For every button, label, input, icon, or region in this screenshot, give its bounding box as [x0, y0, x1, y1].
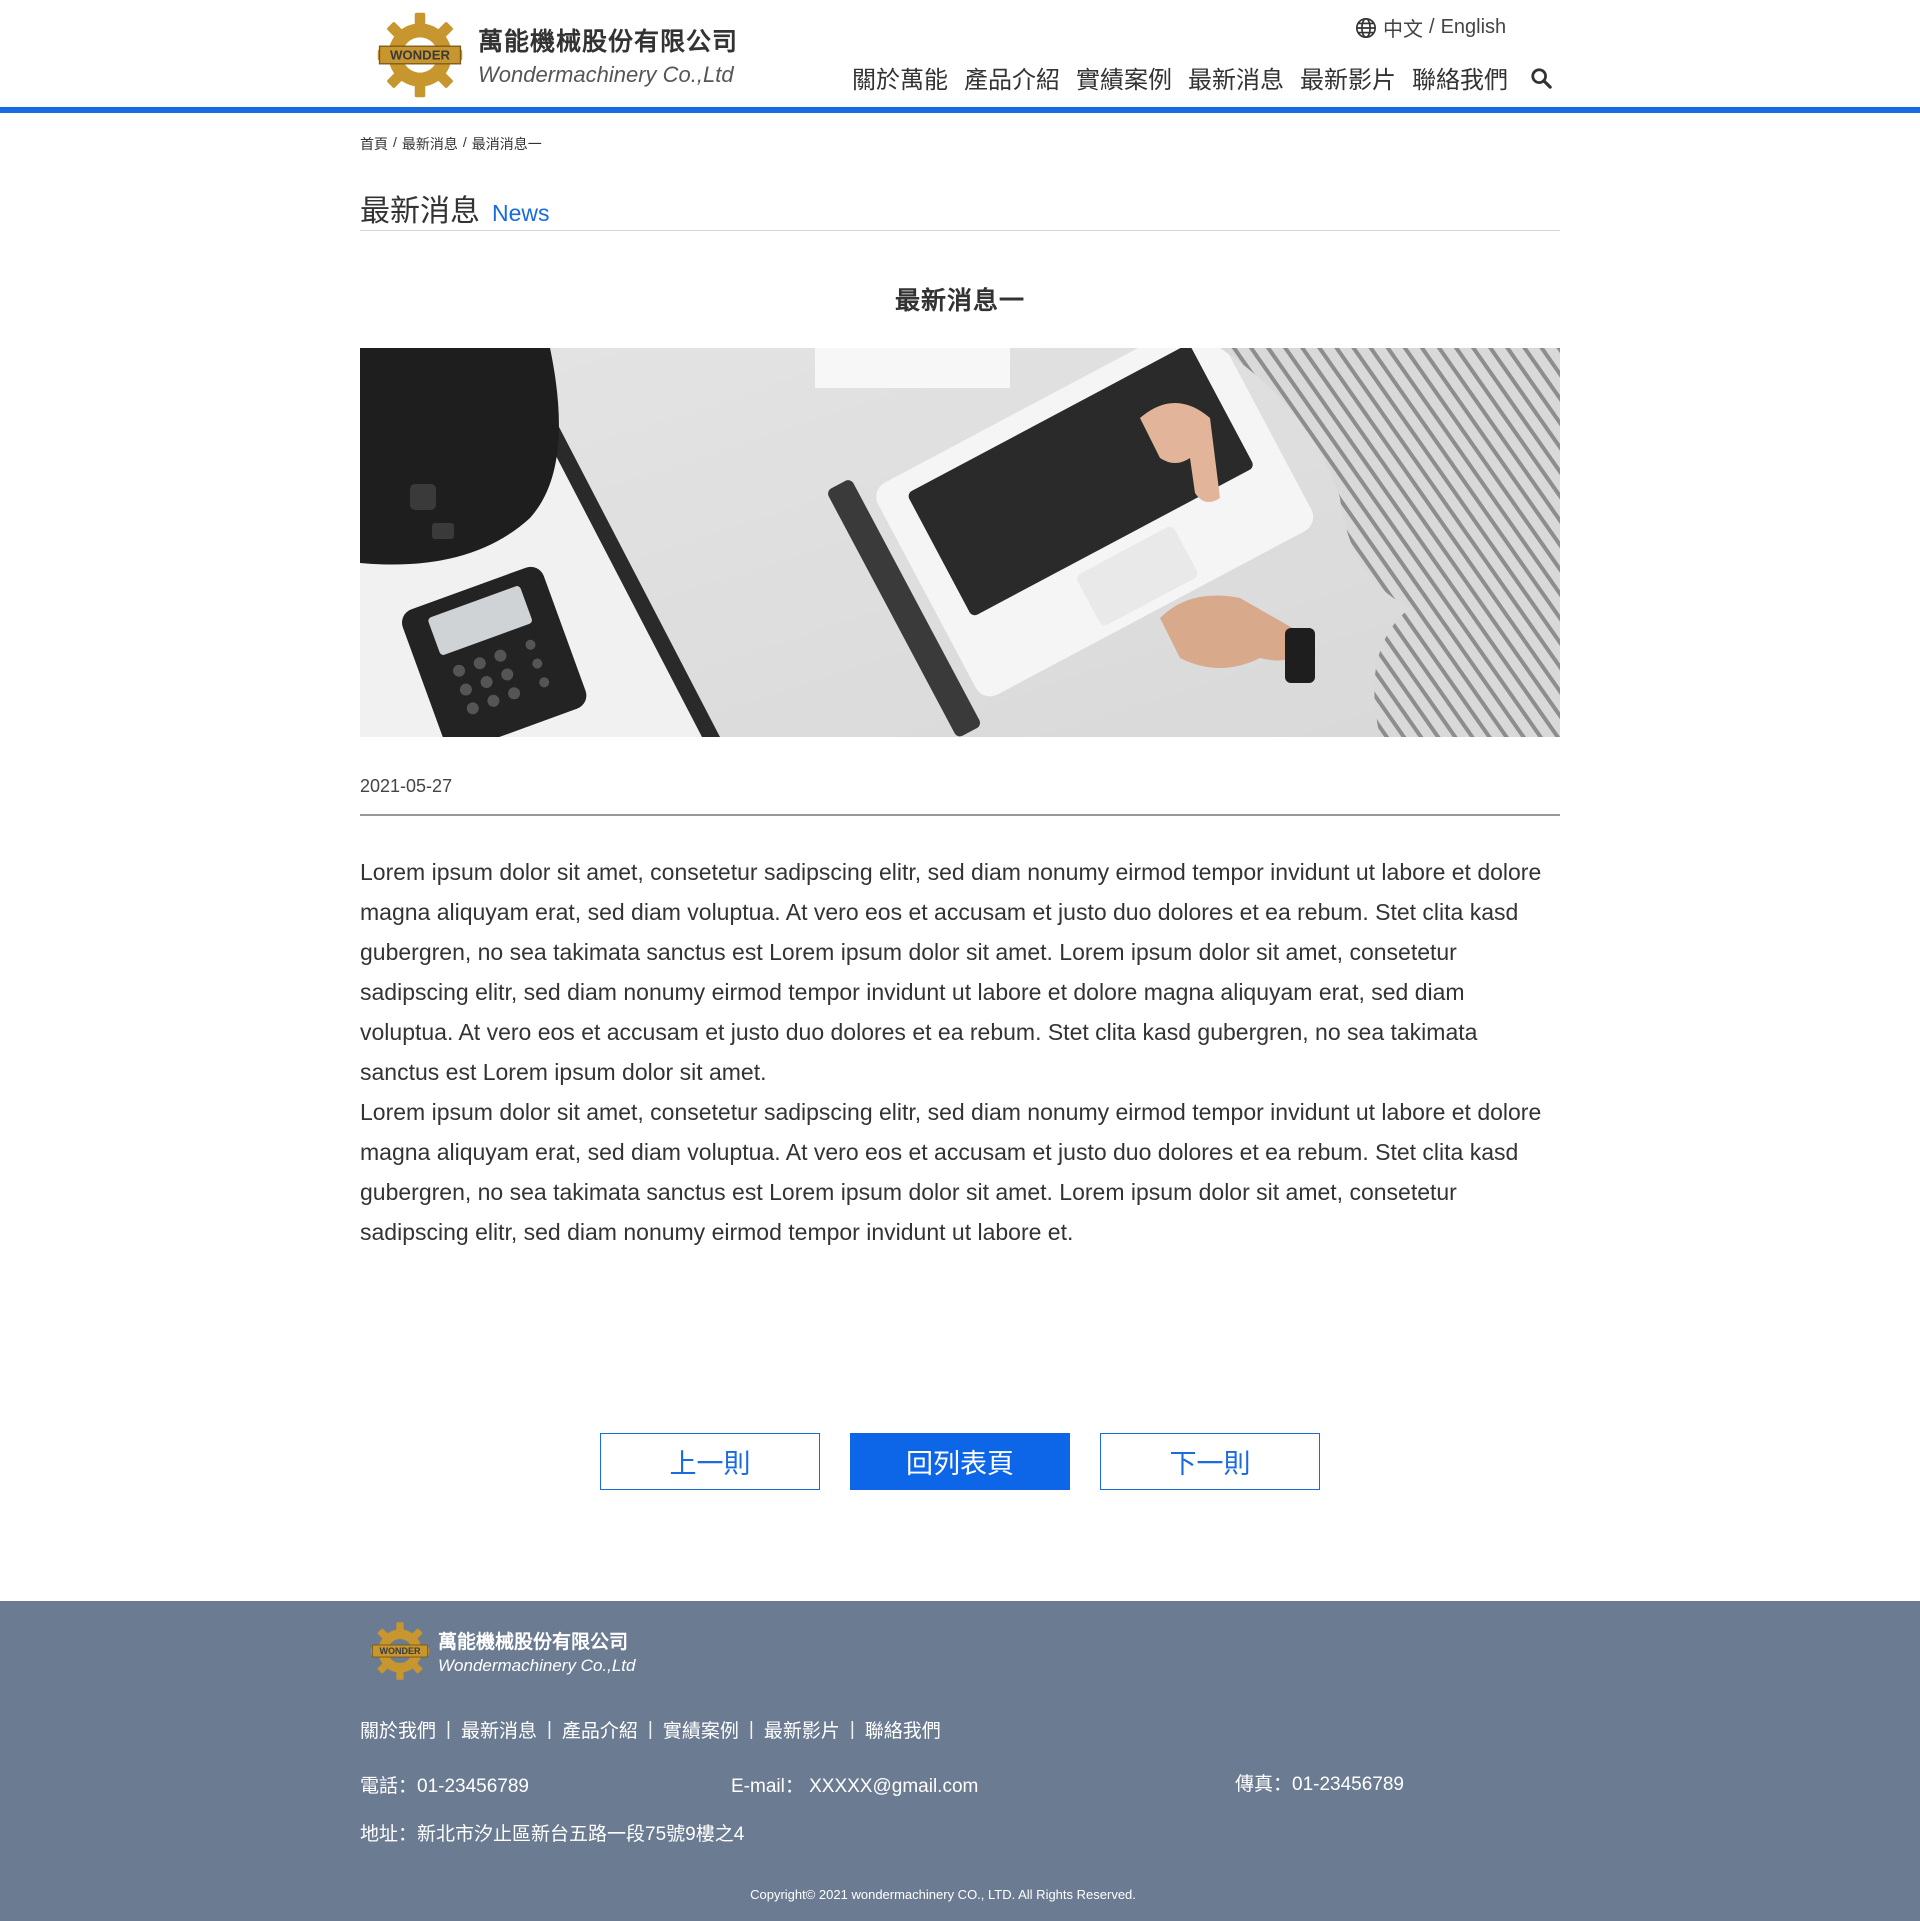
article-date: 2021-05-27 — [360, 776, 453, 796]
site-footer: WONDER 萬能機械股份有限公司 Wondermachinery Co.,Lt… — [0, 1601, 1920, 1921]
footer-nav: 關於我們 | 最新消息 | 產品介紹 | 實績案例 | 最新影片 | 聯絡我們 — [360, 1716, 941, 1743]
search-icon — [1531, 67, 1552, 89]
globe-icon — [1356, 17, 1376, 38]
footer-phone: 電話：01-23456789 — [360, 1776, 529, 1797]
breadcrumb: 首頁 / 最新消息 / 最消消息一 — [360, 134, 542, 154]
nav-videos[interactable]: 最新影片 — [1300, 60, 1396, 95]
article-body: Lorem ipsum dolor sit amet, consetetur s… — [360, 852, 1560, 1252]
prev-article-button[interactable]: 上一則 — [600, 1433, 820, 1490]
footer-link-products[interactable]: 產品介紹 — [562, 1716, 638, 1743]
nav-contact[interactable]: 聯絡我們 — [1412, 60, 1508, 95]
footer-link-separator: | — [647, 1718, 653, 1740]
site-header: WONDER 萬能機械股份有限公司 Wondermachinery Co.,Lt… — [0, 0, 1920, 107]
footer-fax: 傳真：01-23456789 — [1235, 1774, 1404, 1795]
article-paragraph: Lorem ipsum dolor sit amet, consetetur s… — [360, 859, 1542, 1085]
breadcrumb-news[interactable]: 最新消息 — [402, 134, 458, 154]
nav-news[interactable]: 最新消息 — [1188, 60, 1284, 95]
header-accent-bar — [0, 107, 1920, 113]
company-name-cn: 萬能機械股份有限公司 — [478, 28, 739, 56]
logo-text: WONDER — [390, 47, 451, 62]
footer-company-cn: 萬能機械股份有限公司 — [438, 1631, 629, 1653]
back-to-list-button[interactable]: 回列表頁 — [850, 1433, 1070, 1490]
brand-logo-link[interactable]: WONDER 萬能機械股份有限公司 Wondermachinery Co.,Lt… — [376, 12, 738, 98]
footer-address: 地址：新北市汐止區新台五路一段75號9樓之4 — [360, 1824, 745, 1845]
lang-en-link[interactable]: English — [1441, 16, 1507, 39]
breadcrumb-separator: / — [393, 134, 397, 150]
footer-email: E-mail： XXXXX@gmail.com — [731, 1776, 979, 1797]
footer-link-cases[interactable]: 實績案例 — [663, 1716, 739, 1743]
lang-separator: / — [1429, 16, 1435, 38]
breadcrumb-separator: / — [462, 134, 467, 150]
article-title: 最新消息一 — [894, 287, 1025, 315]
article-image — [360, 348, 1560, 737]
divider — [360, 230, 1560, 231]
lang-zh-link[interactable]: 中文 — [1383, 13, 1423, 42]
nav-products[interactable]: 產品介紹 — [964, 60, 1060, 95]
footer-link-separator: | — [446, 1718, 451, 1740]
next-article-button[interactable]: 下一則 — [1100, 1433, 1320, 1490]
laptop-desk-photo — [360, 348, 1560, 737]
copyright: Copyright© 2021 wondermachinery CO., LTD… — [750, 1887, 1136, 1902]
footer-company-en: Wondermachinery Co.,Ltd — [438, 1655, 636, 1675]
logo-text: WONDER — [380, 1646, 421, 1656]
page-title-en: News — [492, 200, 550, 226]
language-switcher: 中文 / English — [1355, 13, 1506, 42]
footer-link-separator: | — [748, 1718, 754, 1740]
footer-brand: WONDER 萬能機械股份有限公司 Wondermachinery Co.,Lt… — [370, 1621, 635, 1681]
footer-link-separator: | — [546, 1718, 552, 1740]
gear-logo-icon: WONDER — [371, 1622, 429, 1680]
nav-cases[interactable]: 實績案例 — [1076, 60, 1172, 95]
footer-link-news[interactable]: 最新消息 — [461, 1716, 537, 1743]
search-button[interactable] — [1528, 65, 1554, 91]
article-paragraph: Lorem ipsum dolor sit amet, consetetur s… — [360, 1099, 1542, 1245]
breadcrumb-current: 最消消息一 — [471, 136, 542, 152]
page-title-cn: 最新消息 — [360, 195, 480, 228]
main-nav: 關於萬能 產品介紹 實績案例 最新消息 最新影片 聯絡我們 — [852, 60, 1554, 95]
footer-link-contact[interactable]: 聯絡我們 — [865, 1716, 941, 1743]
footer-link-separator: | — [849, 1718, 855, 1740]
page-title: 最新消息 News — [360, 186, 550, 230]
divider — [360, 814, 1560, 816]
company-name-en: Wondermachinery Co.,Ltd — [478, 62, 734, 87]
nav-about[interactable]: 關於萬能 — [852, 60, 948, 95]
breadcrumb-home[interactable]: 首頁 — [360, 134, 388, 154]
footer-link-videos[interactable]: 最新影片 — [764, 1716, 840, 1743]
gear-logo-icon: WONDER — [377, 12, 463, 98]
article-pager: 上一則 回列表頁 下一則 — [600, 1433, 1320, 1490]
footer-link-about[interactable]: 關於我們 — [360, 1716, 436, 1743]
